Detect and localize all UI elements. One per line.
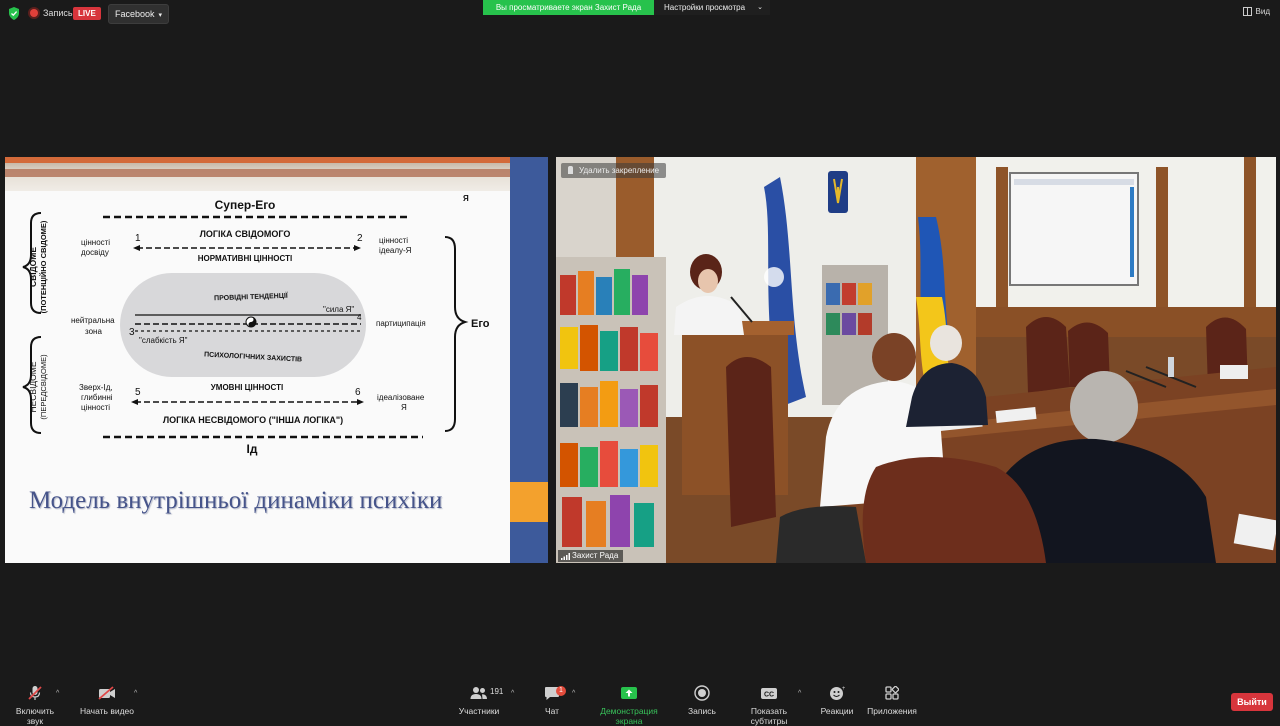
slide-title: Модель внутрішньої динаміки психіки: [29, 487, 443, 514]
recording-label: Запись: [43, 8, 73, 18]
apps-button[interactable]: Приложения: [866, 684, 918, 716]
unmute-label: Включить звук: [15, 706, 55, 726]
view-options-dropdown[interactable]: Настройки просмотра ⌄: [654, 0, 770, 15]
id-label: Ід: [247, 442, 258, 456]
chevron-up-icon[interactable]: ^: [511, 690, 514, 697]
values-experience-2: досвіду: [81, 248, 109, 257]
chat-label: Чат: [544, 706, 560, 716]
arrow-right-icon: [357, 399, 364, 405]
unpin-button[interactable]: Удалить закрепление: [561, 163, 667, 178]
apps-label: Приложения: [867, 706, 917, 716]
stream-target-label: Facebook: [115, 9, 155, 19]
ya-top-label: Я: [463, 194, 469, 203]
microphone-muted-icon: [28, 686, 42, 700]
conscious-sub-label: (ПОТЕНЦІЙНО СВІДОМЕ): [39, 220, 48, 313]
leave-button[interactable]: Выйти: [1231, 693, 1273, 711]
chevron-up-icon[interactable]: ^: [798, 690, 801, 697]
neutral-zone-2: зона: [85, 327, 102, 336]
camera-off-icon: [98, 686, 115, 700]
values-ideal-1: цінності: [379, 236, 408, 245]
chevron-down-icon: ▾: [158, 12, 163, 19]
participation-label: партиципація: [376, 319, 426, 328]
chat-unread-badge: 1: [556, 686, 566, 696]
plus-glyph: +: [842, 686, 845, 692]
show-captions-label: Показать субтитры: [750, 706, 788, 726]
normative-values-label: НОРМАТИВНІ ЦІННОСТІ: [198, 254, 292, 263]
superid-1: Зверх-Ід,: [79, 383, 113, 392]
conscious-label: СВІДОМЕ: [28, 247, 38, 287]
unconscious-label: НЕСВІДОМЕ: [28, 361, 38, 412]
chevron-up-icon[interactable]: ^: [56, 690, 59, 697]
chevron-up-icon[interactable]: ^: [134, 690, 137, 697]
participant-video[interactable]: Удалить закрепление Захист Рада: [556, 157, 1276, 563]
view-options-label: Настройки просмотра: [664, 3, 746, 12]
ego-brace: [444, 236, 469, 432]
live-badge: LIVE: [73, 7, 101, 20]
arrow-left-icon: [131, 399, 138, 405]
unpin-label: Удалить закрепление: [579, 166, 660, 175]
record-icon: [694, 685, 710, 701]
point-5: 5: [135, 387, 141, 398]
top-bar: Запись LIVE Facebook ▾ Вы просматриваете …: [0, 0, 1280, 26]
meeting-toolbar: Включить звук ^ Начать видео ^ Участники…: [0, 680, 1280, 726]
weakness-ya-label: "слабкість Я": [139, 336, 188, 345]
logic-conscious-label: ЛОГІКА СВІДОМОГО: [200, 229, 291, 239]
reactions-label: Реакции: [820, 706, 854, 716]
neutral-zone-1: нейтральна: [71, 316, 115, 325]
security-shield-icon[interactable]: [8, 7, 20, 20]
participant-name-tag: Захист Рада: [558, 550, 624, 562]
logic-unconscious-label: ЛОГІКА НЕСВІДОМОГО ("ІНША ЛОГІКА"): [163, 415, 343, 425]
chevron-down-icon: ⌄: [757, 4, 763, 11]
slide-orange-block: [510, 482, 548, 522]
superid-3: цінності: [81, 403, 110, 412]
closed-captions-icon: CC: [761, 687, 777, 699]
chevron-up-icon[interactable]: ^: [572, 690, 575, 697]
values-experience-1: цінності: [81, 238, 110, 247]
conference-room-scene: [556, 157, 1276, 563]
pin-icon: [568, 166, 573, 174]
values-ideal-2: ідеалу-Я: [379, 246, 412, 255]
chair: [726, 357, 776, 527]
record-button[interactable]: Запись: [686, 684, 718, 716]
signal-strength-icon: [561, 553, 570, 560]
strength-ya-label: "сила Я": [323, 305, 354, 314]
participants-count: 191: [490, 687, 504, 696]
ego-zone-capsule: [120, 273, 366, 377]
arrow-left-icon: [133, 245, 140, 251]
unconscious-sub-label: (ПЕРЕДСВІДОМЕ): [39, 354, 48, 420]
point-6: 6: [355, 387, 361, 398]
point-2: 2: [357, 233, 363, 244]
point-3: 3: [129, 327, 135, 338]
apps-icon: [885, 686, 899, 700]
idealized-1: ідеалізоване: [377, 393, 425, 402]
record-dot-icon: [30, 9, 38, 17]
share-screen-icon: [621, 687, 637, 699]
cc-text: CC: [764, 691, 774, 698]
record-label: Запись: [688, 706, 716, 716]
shared-screen: Супер-Его Я СВІДОМЕ (ПОТЕНЦІЙНО СВІДОМЕ)…: [5, 157, 548, 563]
participant-name: Захист Рада: [572, 551, 619, 560]
recording-indicator[interactable]: Запись: [30, 6, 73, 20]
idealized-2: Я: [401, 403, 407, 412]
view-button[interactable]: Вид: [1242, 7, 1270, 16]
start-video-label: Начать видео: [80, 706, 135, 716]
super-ego-label: Супер-Его: [215, 198, 276, 212]
view-button-label: Вид: [1255, 7, 1270, 16]
participants-label: Участники: [458, 706, 500, 716]
point-4: 4: [357, 313, 362, 322]
point-1: 1: [135, 233, 141, 244]
superid-2: глибинні: [81, 393, 113, 402]
reactions-icon: +: [830, 686, 845, 700]
reactions-button[interactable]: + Реакции: [818, 684, 856, 716]
conditional-values-label: УМОВНІ ЦІННОСТІ: [211, 383, 283, 392]
start-video-button[interactable]: Начать видео: [80, 684, 134, 716]
share-screen-label: Демонстрация экрана: [600, 706, 658, 726]
stream-target-dropdown[interactable]: Facebook ▾: [108, 4, 170, 24]
ego-label: Его: [471, 318, 490, 330]
participants-icon: [470, 687, 487, 699]
layout-icon: [1242, 7, 1252, 16]
arrow-right-icon: [354, 245, 361, 251]
screen-share-banner: Вы просматриваете экран Захист Рада: [483, 0, 654, 15]
